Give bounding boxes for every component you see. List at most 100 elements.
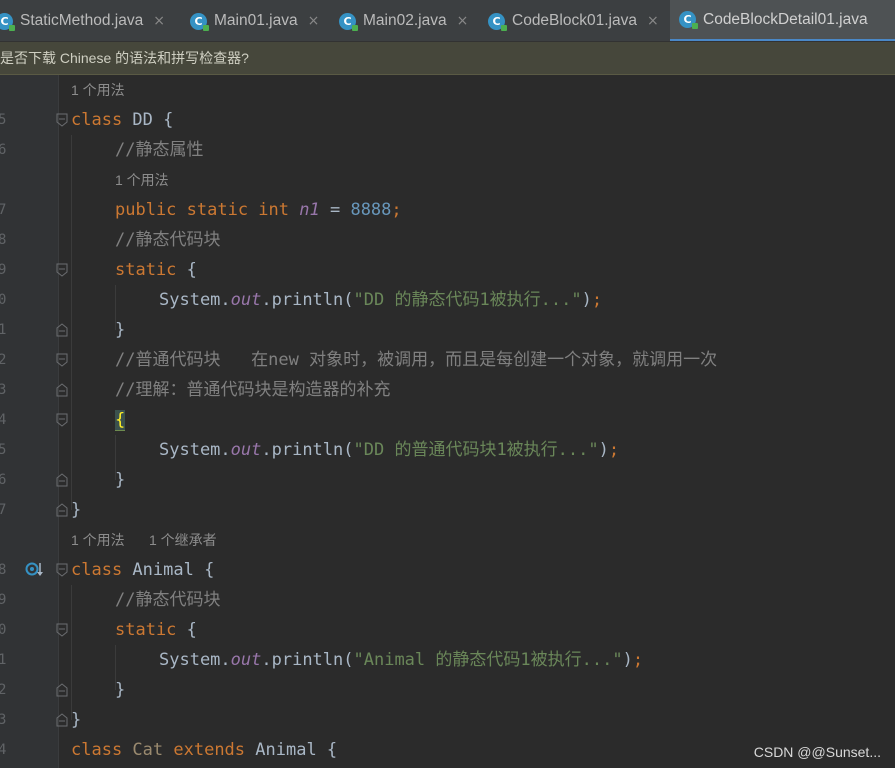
tab-codeblockdetail01[interactable]: C CodeBlockDetail01.java [670, 0, 895, 41]
code-token: ) [622, 650, 633, 670]
code-line: 7 public static int n1 = 8888; [0, 195, 895, 225]
fold-icon[interactable] [56, 503, 68, 517]
usage-hint[interactable]: 1 个用法 [115, 165, 169, 195]
number-literal: 8888 [350, 200, 392, 220]
keyword: static [115, 260, 177, 280]
fold-icon[interactable] [56, 713, 68, 727]
close-icon[interactable]: × [647, 13, 659, 29]
tab-staticmethod[interactable]: C StaticMethod.java × [0, 0, 176, 41]
string-literal: "DD 的普通代码块1被执行..." [353, 440, 599, 460]
usage-hint[interactable]: 1 个用法 [71, 525, 125, 555]
line-number: 2 [0, 682, 7, 698]
tab-main02[interactable]: C Main02.java × [339, 0, 479, 41]
line-number: 8 [0, 562, 7, 578]
code-editor[interactable]: 1 个用法 5 class DD { 6 //静态属性 1 个用法 7 publ… [0, 75, 895, 768]
line-number: 8 [0, 232, 7, 248]
comment: //静态属性 [115, 140, 204, 160]
fold-icon[interactable] [56, 353, 68, 367]
close-icon[interactable]: × [308, 13, 320, 29]
code-line: 5 System.out.println("DD 的普通代码块1被执行...")… [0, 435, 895, 465]
code-line: 9 //静态代码块 [0, 585, 895, 615]
fold-icon[interactable] [56, 563, 68, 577]
keyword: public static int [115, 200, 289, 220]
code-line: 7 } [0, 495, 895, 525]
code-token: Animal { [245, 740, 338, 760]
fold-icon[interactable] [56, 383, 68, 397]
code-text: class Cat extends Animal { [71, 735, 337, 765]
code-line: 2 //普通代码块 在new 对象时，被调用，而且是每创建一个对象，就调用一次 [0, 345, 895, 375]
comment: //普通代码块 在new 对象时，被调用，而且是每创建一个对象，就调用一次 [115, 350, 718, 370]
code-line: 1 System.out.println("Animal 的静态代码1被执行..… [0, 645, 895, 675]
tab-label: CodeBlockDetail01.java [703, 10, 868, 28]
inheritor-hint[interactable]: 1 个继承者 [149, 525, 217, 555]
code-text: } [115, 680, 126, 700]
code-text: } [115, 470, 126, 490]
code-token: DD { [122, 110, 174, 130]
code-token: ) [598, 440, 609, 460]
code-text: System.out.println("DD 的普通代码块1被执行..."); [159, 435, 619, 465]
code-text: } [71, 710, 82, 730]
line-number: 9 [0, 262, 7, 278]
code-line: 2 } [0, 675, 895, 705]
keyword: class [71, 110, 123, 130]
code-token: { [176, 620, 197, 640]
fold-icon[interactable] [56, 323, 68, 337]
matched-brace: { [115, 410, 126, 431]
line-number: 3 [0, 382, 7, 398]
spellcheck-notification-bar: 是否下载 Chinese 的语法和拼写检查器? [0, 42, 895, 75]
close-icon[interactable]: × [457, 13, 469, 29]
code-text: System.out.println("Animal 的静态代码1被执行..."… [159, 645, 643, 675]
fold-icon[interactable] [56, 623, 68, 637]
keyword: extends [173, 740, 246, 760]
line-number: 4 [0, 412, 7, 428]
code-token: = [319, 200, 351, 220]
code-line: 6 //静态属性 [0, 135, 895, 165]
code-text: { [115, 405, 126, 435]
code-text: System.out.println("DD 的静态代码1被执行..."); [159, 285, 602, 315]
overridden-method-gutter-icon[interactable] [25, 561, 43, 579]
code-line: 8 class Animal { [0, 555, 895, 585]
editor-tab-bar: C StaticMethod.java × C Main01.java × C … [0, 0, 895, 42]
comment: //静态代码块 [115, 230, 221, 250]
code-line: 9 static { [0, 255, 895, 285]
code-line: 8 //静态代码块 [0, 225, 895, 255]
code-line: 1 } [0, 315, 895, 345]
code-line: 5 class DD { [0, 105, 895, 135]
code-line: 0 System.out.println("DD 的静态代码1被执行..."); [0, 285, 895, 315]
semicolon: ; [591, 290, 603, 310]
fold-icon[interactable] [56, 263, 68, 277]
code-text: } [71, 500, 82, 520]
field-name: out [230, 650, 262, 670]
tab-label: Main02.java [363, 12, 447, 29]
semicolon: ; [608, 440, 620, 460]
code-token: .println( [261, 290, 354, 310]
code-token: { [176, 260, 197, 280]
line-number: 1 [0, 322, 7, 338]
usage-hint[interactable]: 1 个用法 [71, 75, 125, 105]
code-token: System. [159, 290, 231, 310]
code-token: System. [159, 440, 231, 460]
keyword: static [115, 620, 177, 640]
line-number: 4 [0, 742, 7, 758]
close-icon[interactable]: × [153, 13, 165, 29]
fold-icon[interactable] [56, 113, 68, 127]
tab-codeblock01[interactable]: C CodeBlock01.java × [488, 0, 668, 41]
tab-label: CodeBlock01.java [512, 12, 637, 29]
tab-main01[interactable]: C Main01.java × [190, 0, 330, 41]
string-literal: "Animal 的静态代码1被执行..." [353, 650, 623, 670]
fold-icon[interactable] [56, 683, 68, 697]
code-token: .println( [261, 440, 354, 460]
comment: //理解：普通代码块是构造器的补充 [115, 380, 391, 400]
java-class-icon: C [679, 11, 698, 29]
fold-icon[interactable] [56, 413, 68, 427]
class-name: Cat [122, 740, 174, 760]
watermark: CSDN @@Sunset... [753, 744, 881, 760]
line-number: 6 [0, 472, 7, 488]
fold-icon[interactable] [56, 473, 68, 487]
java-class-icon: C [339, 12, 358, 31]
code-text: static { [115, 615, 197, 645]
semicolon: ; [391, 200, 402, 220]
line-number: 5 [0, 442, 7, 458]
tab-label: StaticMethod.java [20, 12, 144, 29]
